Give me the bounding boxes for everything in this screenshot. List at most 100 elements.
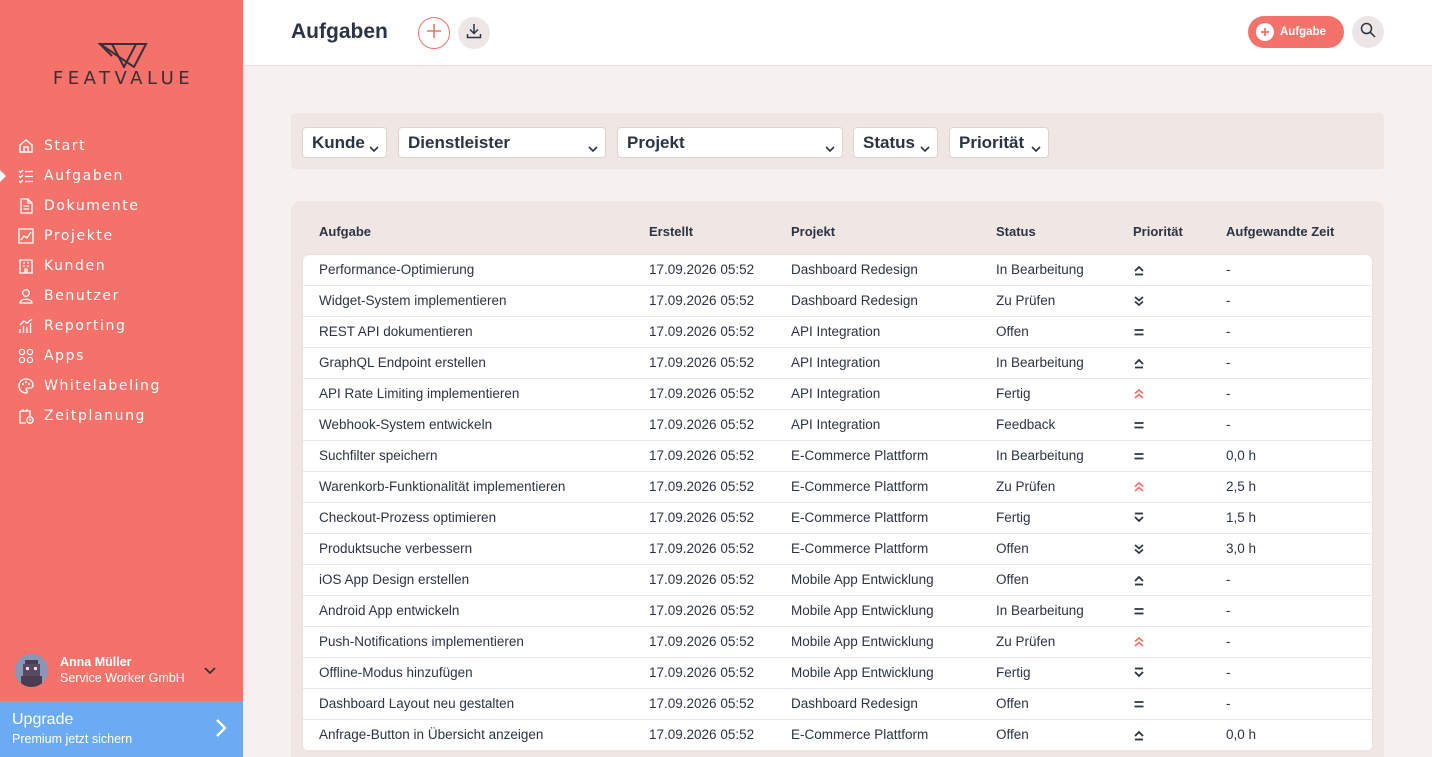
time-spent: - [1226,634,1231,649]
time-spent: - [1226,386,1231,401]
filter-status[interactable]: Status [853,127,938,158]
task-title: REST API dokumentieren [319,324,473,339]
add-task-button[interactable] [418,17,450,49]
project-name: Dashboard Redesign [791,262,918,277]
task-title: Offline-Modus hinzufügen [319,665,473,680]
task-title: Suchfilter speichern [319,448,438,463]
chevron-down-icon [369,138,379,158]
table-row[interactable]: REST API dokumentieren 17.09.2026 05:52 … [303,317,1372,348]
status-text: Fertig [996,386,1031,401]
time-spent: - [1226,293,1231,308]
table-row[interactable]: Push-Notifications implementieren 17.09.… [303,627,1372,658]
table-row[interactable]: Dashboard Layout neu gestalten 17.09.202… [303,689,1372,720]
created-date: 17.09.2026 05:52 [649,541,755,556]
status-text: Zu Prüfen [996,479,1056,494]
chart-icon [17,227,35,245]
filter-kunde[interactable]: Kunde [302,127,387,158]
featvalue-logo[interactable]: FEATVALUE [36,42,211,92]
sidebar-nav: Start Aufgaben Dokumente Projekte Kunden… [0,131,243,431]
priority-lowest-icon [1133,543,1145,555]
search-button[interactable] [1352,16,1384,48]
created-date: 17.09.2026 05:52 [649,417,755,432]
download-button[interactable] [458,17,490,49]
created-date: 17.09.2026 05:52 [649,262,755,277]
table-row[interactable]: Suchfilter speichern 17.09.2026 05:52 E-… [303,441,1372,472]
filter-prioritaet[interactable]: Priorität [949,127,1049,158]
priority-low-icon [1133,512,1145,524]
filter-label: Status [863,132,915,152]
filter-label: Dienstleister [408,132,511,152]
search-icon [1360,22,1376,43]
time-spent: - [1226,324,1231,339]
table-row[interactable]: GraphQL Endpoint erstellen 17.09.2026 05… [303,348,1372,379]
task-title: Checkout-Prozess optimieren [319,510,497,525]
table-row[interactable]: Anfrage-Button in Übersicht anzeigen 17.… [303,720,1372,751]
chevron-down-icon [588,138,598,158]
table-row[interactable]: Android App entwickeln 17.09.2026 05:52 … [303,596,1372,627]
created-date: 17.09.2026 05:52 [649,665,755,680]
time-spent: - [1226,572,1231,587]
sidebar-item-label: Apps [44,348,86,364]
filter-dienstleister[interactable]: Dienstleister [398,127,606,158]
column-header-projekt[interactable]: Projekt [791,224,835,239]
table-row[interactable]: Offline-Modus hinzufügen 17.09.2026 05:5… [303,658,1372,689]
task-title: API Rate Limiting implementieren [319,386,520,401]
column-header-aufgabe[interactable]: Aufgabe [319,224,371,239]
upgrade-banner[interactable]: Upgrade Premium jetzt sichern [0,701,243,757]
filter-projekt[interactable]: Projekt [617,127,843,158]
page-title: Aufgaben [291,20,388,43]
sidebar-item-zeitplanung[interactable]: Zeitplanung [0,401,243,431]
sidebar-item-whitelabeling[interactable]: Whitelabeling [0,371,243,401]
column-header-prioritaet[interactable]: Priorität [1133,224,1183,239]
table-row[interactable]: Widget-System implementieren 17.09.2026 … [303,286,1372,317]
sidebar-item-apps[interactable]: Apps [0,341,243,371]
sidebar-item-start[interactable]: Start [0,131,243,161]
sidebar-item-kunden[interactable]: Kunden [0,251,243,281]
project-name: Dashboard Redesign [791,696,918,711]
table-row[interactable]: Checkout-Prozess optimieren 17.09.2026 0… [303,503,1372,534]
sidebar-item-aufgaben[interactable]: Aufgaben [0,161,243,191]
sidebar-item-reporting[interactable]: Reporting [0,311,243,341]
column-header-status[interactable]: Status [996,224,1036,239]
task-title: Warenkorb-Funktionalität implementieren [319,479,566,494]
project-name: Mobile App Entwicklung [791,634,934,649]
sidebar-item-projekte[interactable]: Projekte [0,221,243,251]
user-icon [17,287,35,305]
chevron-down-icon[interactable] [204,662,216,680]
sidebar-item-label: Zeitplanung [44,408,147,424]
filter-label: Kunde [312,132,365,152]
sidebar-item-dokumente[interactable]: Dokumente [0,191,243,221]
task-title: Dashboard Layout neu gestalten [319,696,515,711]
table-row[interactable]: Performance-Optimierung 17.09.2026 05:52… [303,255,1372,286]
status-text: Offen [996,572,1029,587]
task-title: Push-Notifications implementieren [319,634,524,649]
user-menu[interactable]: Anna Müller Service Worker GmbH [15,652,230,688]
table-row[interactable]: iOS App Design erstellen 17.09.2026 05:5… [303,565,1372,596]
table-row[interactable]: Warenkorb-Funktionalität implementieren … [303,472,1372,503]
project-name: E-Commerce Plattform [791,479,929,494]
sidebar-item-label: Benutzer [44,288,120,304]
sidebar-item-label: Projekte [44,228,114,244]
sidebar-item-benutzer[interactable]: Benutzer [0,281,243,311]
column-header-zeit[interactable]: Aufgewandte Zeit [1226,224,1334,239]
priority-low-icon [1133,667,1145,679]
user-company: Service Worker GmbH [60,671,185,685]
palette-icon [17,377,35,395]
table-row[interactable]: API Rate Limiting implementieren 17.09.2… [303,379,1372,410]
priority-highest-icon [1133,481,1145,493]
column-header-erstellt[interactable]: Erstellt [649,224,693,239]
status-text: Zu Prüfen [996,634,1056,649]
checklist-icon [17,167,35,185]
time-spent: - [1226,696,1231,711]
task-table: Aufgabe Erstellt Projekt Status Prioritä… [291,201,1384,757]
task-title: iOS App Design erstellen [319,572,470,587]
chevron-right-icon [215,718,227,743]
sidebar-item-label: Dokumente [44,198,140,214]
table-row[interactable]: Webhook-System entwickeln 17.09.2026 05:… [303,410,1372,441]
sidebar-item-label: Reporting [44,318,127,334]
plus-icon [426,23,442,44]
table-row[interactable]: Produktsuche verbessern 17.09.2026 05:52… [303,534,1372,565]
filter-label: Priorität [959,132,1025,152]
new-task-button[interactable]: Aufgabe [1248,16,1344,48]
avatar [15,653,48,687]
